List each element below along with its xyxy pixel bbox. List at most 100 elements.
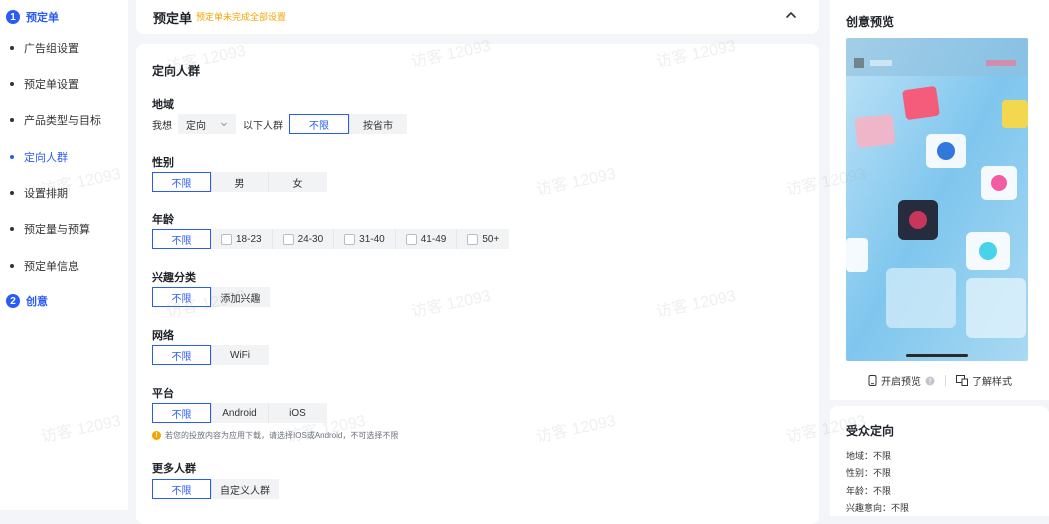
audience-title: 受众定向 [846,424,895,438]
nav-item-booking-info[interactable]: 预定单信息 [10,258,79,274]
checkbox[interactable] [282,233,294,245]
network-label: 网络 [152,330,174,342]
nav-item-label: 预定单信息 [24,261,79,273]
nav-item-booking-settings[interactable]: 预定单设置 [10,76,79,92]
nav-item-label: 广告组设置 [24,43,79,55]
booking-header-card: 预定单 预定单未完成全部设置 [136,0,819,34]
region-option-by-province[interactable]: 按省市 [349,114,407,134]
learn-style-link[interactable]: 了解样式 [972,373,1012,388]
nav-item-schedule[interactable]: 设置排期 [10,185,68,201]
left-nav: 1 预定单 广告组设置 预定单设置 产品类型与目标 定向人群 设置排期 预定量与… [0,0,128,510]
audience-interest: 兴趣意向：不限 [846,503,910,513]
header-title: 预定单 [153,11,193,26]
platform-row: 不限 Android iOS [152,403,327,423]
platform-option-android[interactable]: Android [211,403,268,423]
checkbox[interactable] [344,233,356,245]
nav-item-targeting[interactable]: 定向人群 [10,149,68,165]
gender-row: 不限 男 女 [152,172,327,192]
nav-item-label: 产品类型与目标 [24,115,101,127]
age-label: 年龄 [152,214,174,226]
region-label: 地域 [152,99,174,111]
preview-actions: 开启预览 ? 了解样式 [868,373,1012,388]
region-row: 我想 定向 以下人群 不限 按省市 [152,114,407,134]
bullet [10,264,14,268]
checkbox-label: 24-30 [297,233,324,245]
age-row: 不限 18-23 24-30 31-40 41-49 50+ [152,229,510,249]
platform-tip: ! 若您的投放内容为应用下载，请选择IOS或Android，不可选择不限 [152,430,398,441]
platform-tip-text: 若您的投放内容为应用下载，请选择IOS或Android，不可选择不限 [165,431,399,440]
age-checkbox-50-plus[interactable]: 50+ [456,229,510,249]
platform-option-unlimited[interactable]: 不限 [152,403,211,423]
network-row: 不限 WiFi [152,345,269,365]
platform-option-ios[interactable]: iOS [268,403,327,423]
interest-row: 不限 添加兴趣 [152,287,270,307]
audience-region: 地域：不限 [846,451,892,461]
region-middle-text: 以下人群 [243,120,283,132]
checkbox-label: 41-49 [420,233,447,245]
region-prefix: 我想 [152,120,172,132]
step-number-1: 1 [6,10,20,24]
interest-option-add[interactable]: 添加兴趣 [211,287,270,307]
region-option-unlimited[interactable]: 不限 [289,114,349,134]
checkbox[interactable] [467,233,479,245]
checkbox-label: 50+ [482,233,500,245]
age-checkbox-41-49[interactable]: 41-49 [394,229,457,249]
audience-age: 年龄：不限 [846,486,892,496]
more-option-unlimited[interactable]: 不限 [152,479,211,499]
nav-item-adgroup-settings[interactable]: 广告组设置 [10,40,79,56]
gender-option-unlimited[interactable]: 不限 [152,172,211,192]
more-audience-row: 不限 自定义人群 [152,479,279,499]
step-label: 预定单 [26,12,59,24]
audience-card: 受众定向 地域：不限 性别：不限 年龄：不限 兴趣意向：不限 [830,406,1049,516]
help-icon[interactable]: ? [925,376,935,386]
bullet [10,227,14,231]
age-option-unlimited[interactable]: 不限 [152,229,211,249]
warning-icon: ! [152,431,161,440]
section-title: 定向人群 [152,64,201,78]
age-checkbox-24-30[interactable]: 24-30 [271,229,334,249]
chevron-up-icon[interactable] [783,7,799,23]
select-value: 定向 [186,120,206,132]
platform-label: 平台 [152,388,174,400]
checkbox[interactable] [221,233,232,245]
gender-label: 性别 [152,157,174,169]
checkbox-label: 18-23 [236,233,262,245]
more-audience-label: 更多人群 [152,463,196,475]
creative-preview-card: 创意预览 开启预览 ? 了解样式 [830,0,1049,400]
bullet [10,155,14,159]
preview-title: 创意预览 [846,15,895,29]
more-option-custom-audience[interactable]: 自定义人群 [211,479,279,499]
svg-text:?: ? [928,377,932,385]
step-label: 创意 [26,296,48,308]
style-icon [956,375,968,386]
checkbox-label: 31-40 [359,233,385,245]
nav-item-product-type[interactable]: 产品类型与目标 [10,112,101,128]
interest-option-unlimited[interactable]: 不限 [152,287,211,307]
network-option-unlimited[interactable]: 不限 [152,345,211,365]
step-creative[interactable]: 2 创意 [6,293,48,309]
nav-item-label: 预定量与预算 [24,224,90,236]
phone-preview-image [846,38,1028,361]
bullet [10,46,14,50]
gender-option-female[interactable]: 女 [268,172,327,192]
age-checkbox-18-23[interactable]: 18-23 [211,229,272,249]
interest-label: 兴趣分类 [152,272,196,284]
nav-item-volume-budget[interactable]: 预定量与预算 [10,221,90,237]
bullet [10,118,14,122]
header-warning: 预定单未完成全部设置 [196,12,287,22]
age-checkbox-31-40[interactable]: 31-40 [333,229,395,249]
phone-icon [868,375,877,386]
bullet [10,82,14,86]
nav-item-label: 设置排期 [24,188,68,200]
step-booking[interactable]: 1 预定单 [6,9,59,25]
region-mode-select[interactable]: 定向 [178,114,236,134]
step-number-2: 2 [6,294,20,308]
bullet [10,191,14,195]
checkbox[interactable] [405,233,417,245]
nav-item-label: 预定单设置 [24,79,79,91]
network-option-wifi[interactable]: WiFi [211,345,269,365]
open-preview-link[interactable]: 开启预览 [881,373,921,388]
nav-item-label: 定向人群 [24,152,68,164]
targeting-card: 定向人群 地域 我想 定向 以下人群 不限 按省市 性别 不限 男 女 年龄 不… [136,44,819,524]
gender-option-male[interactable]: 男 [211,172,268,192]
